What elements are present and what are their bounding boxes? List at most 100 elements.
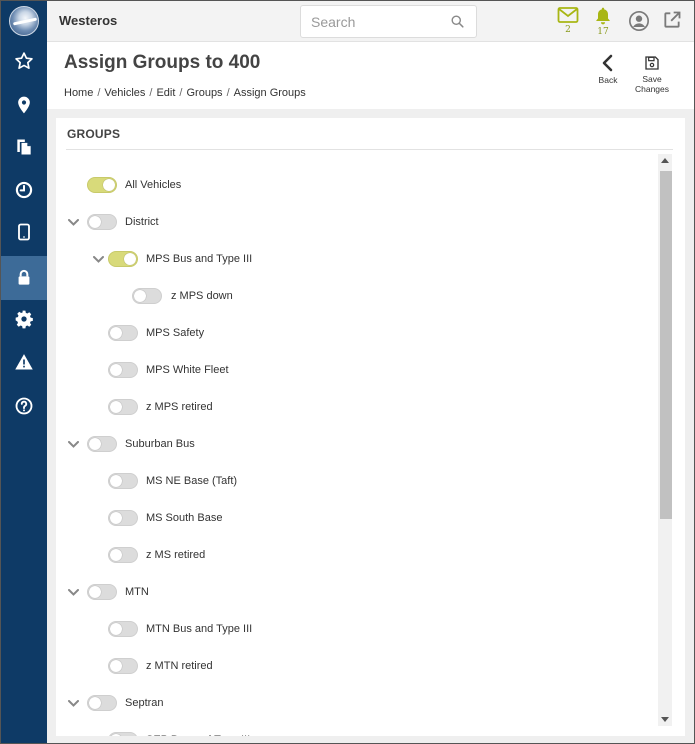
toggle-knob [110,660,122,672]
list-item: Septran [87,693,164,713]
groups-header: GROUPS [67,127,121,141]
list-item: District [87,212,159,232]
alerts-button[interactable]: 17 [590,6,616,40]
lock-icon[interactable] [1,256,47,300]
group-toggle[interactable] [108,325,138,341]
search-icon[interactable] [450,14,465,34]
group-label: z MTN retired [146,660,213,672]
alerts-count: 17 [597,27,609,37]
chevron-down-icon[interactable] [91,249,105,269]
breadcrumb-groups[interactable]: Groups [186,87,222,99]
map-pin-icon[interactable] [1,85,47,125]
toggle-knob [110,623,122,635]
group-toggle[interactable] [108,547,138,563]
group-label: z MPS retired [146,401,213,413]
page-header: Assign Groups to 400 Home / Vehicles / Edit /… [47,42,694,109]
list-item: z MPS retired [108,397,213,417]
group-label: District [125,216,159,228]
breadcrumb-edit[interactable]: Edit [156,87,175,99]
toggle-knob [110,364,122,376]
tablet-icon[interactable] [1,212,47,252]
toggle-knob [134,290,146,302]
list-item: SEP Bus and Type III [108,730,250,736]
list-item: MS South Base [108,508,222,528]
toggle-knob [89,216,101,228]
group-toggle[interactable] [87,584,117,600]
breadcrumb-vehicles[interactable]: Vehicles [104,87,145,99]
app-logo[interactable] [9,6,39,36]
list-item: z MTN retired [108,656,213,676]
help-icon[interactable] [1,386,47,426]
toggle-knob [110,734,122,736]
list-item: MS NE Base (Taft) [108,471,237,491]
list-item: MPS White Fleet [108,360,229,380]
group-toggle[interactable] [87,177,117,193]
chevron-down-icon[interactable] [66,434,80,454]
group-toggle[interactable] [108,251,138,267]
scroll-down-arrow[interactable] [658,714,672,726]
documents-icon[interactable] [1,127,47,167]
group-toggle[interactable] [108,621,138,637]
page-title: Assign Groups to 400 [64,52,261,73]
sidebar [1,1,47,743]
chevron-down-icon[interactable] [66,693,80,713]
warning-icon[interactable] [1,342,47,382]
group-label: Suburban Bus [125,438,195,450]
group-label: Septran [125,697,164,709]
scrollbar-thumb[interactable] [660,171,672,519]
search-box[interactable] [300,5,477,38]
list-item: MPS Safety [108,323,204,343]
group-toggle[interactable] [87,436,117,452]
top-bar: Westeros 2 17 [47,1,694,44]
star-icon[interactable] [1,41,47,81]
group-label: MS NE Base (Taft) [146,475,238,487]
back-button[interactable]: Back [595,54,621,85]
group-toggle[interactable] [108,510,138,526]
group-label: SEP Bus and Type III [146,734,250,736]
toggle-knob [110,549,122,561]
save-label-line2: Changes [634,84,670,94]
group-label: MPS Safety [146,327,205,339]
breadcrumb-home[interactable]: Home [64,87,93,99]
app-name: Westeros [59,13,118,28]
chevron-down-icon[interactable] [66,212,80,232]
scrollbar[interactable] [658,154,672,726]
messages-count: 2 [565,25,571,35]
breadcrumb-assign-groups: Assign Groups [233,87,306,99]
group-label: z MPS down [171,290,233,302]
list-item: z MS retired [108,545,205,565]
toggle-knob [89,586,101,598]
save-changes-button[interactable]: Save Changes [632,55,672,94]
search-input[interactable] [311,12,446,32]
floppy-disk-icon [645,56,659,70]
group-toggle[interactable] [108,732,138,736]
toggle-knob [110,475,122,487]
list-item: Suburban Bus [87,434,195,454]
group-label: MPS Bus and Type III [146,253,253,265]
group-toggle[interactable] [108,362,138,378]
app-window: Westeros 2 17 Assign Groups to 400 Home/… [0,0,695,744]
external-link-icon[interactable] [659,10,685,44]
gear-icon[interactable] [1,299,47,339]
messages-button[interactable]: 2 [555,6,581,40]
chevron-down-icon[interactable] [66,582,80,602]
list-item: MPS Bus and Type III [108,249,252,269]
envelope-icon [557,7,579,23]
group-toggle[interactable] [108,658,138,674]
group-tree: All Vehicles District MPS Bus and Type III… [56,150,658,736]
user-account-icon[interactable] [626,10,652,44]
group-toggle[interactable] [108,473,138,489]
group-toggle[interactable] [87,695,117,711]
toggle-knob [103,179,115,191]
breadcrumb: Home / Vehicles / Edit / Groups / Assign Groups [64,87,306,99]
list-item: All Vehicles [87,175,181,195]
group-toggle[interactable] [132,288,162,304]
toggle-knob [110,327,122,339]
toggle-knob [89,697,101,709]
group-toggle[interactable] [87,214,117,230]
list-item: z MPS down [132,286,233,306]
clock-icon[interactable] [1,170,47,210]
scroll-up-arrow[interactable] [658,154,672,166]
group-toggle[interactable] [108,399,138,415]
chevron-left-icon [602,54,613,72]
